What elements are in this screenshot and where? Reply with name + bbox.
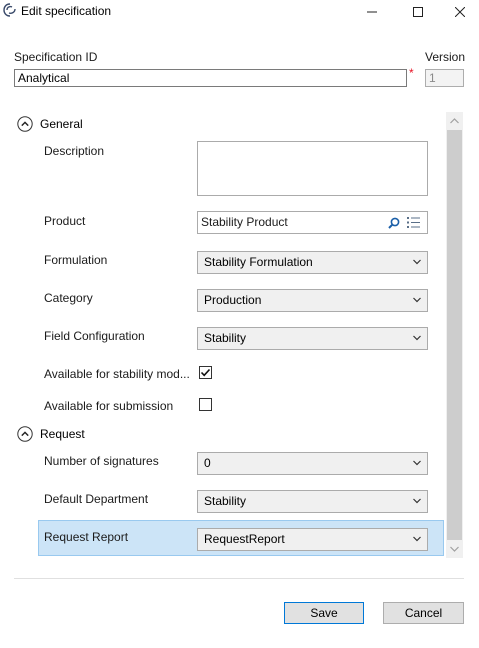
window-title: Edit specification bbox=[21, 4, 112, 18]
product-lookup[interactable]: Stability Product bbox=[197, 211, 428, 234]
stability-mode-label: Available for stability mod... bbox=[44, 367, 190, 381]
field-config-select[interactable]: Stability bbox=[197, 327, 428, 350]
report-label: Request Report bbox=[44, 530, 129, 544]
chevron-down-icon bbox=[413, 297, 421, 303]
required-marker: * bbox=[409, 66, 414, 80]
collapse-request-icon[interactable] bbox=[17, 426, 33, 442]
chevron-down-icon bbox=[413, 335, 421, 341]
product-label: Product bbox=[44, 214, 86, 228]
spec-id-input[interactable]: Analytical bbox=[14, 69, 407, 87]
signatures-select[interactable]: 0 bbox=[197, 452, 428, 475]
maximize-button[interactable] bbox=[395, 0, 441, 24]
formulation-select[interactable]: Stability Formulation bbox=[197, 251, 428, 274]
save-button[interactable]: Save bbox=[284, 602, 364, 624]
category-value: Production bbox=[204, 293, 262, 307]
minimize-button[interactable] bbox=[349, 0, 395, 24]
chevron-down-icon bbox=[450, 546, 459, 552]
signatures-value: 0 bbox=[204, 456, 211, 470]
chevron-up-icon bbox=[450, 117, 459, 123]
department-value: Stability bbox=[204, 494, 247, 508]
description-label: Description bbox=[44, 144, 105, 158]
field-config-label: Field Configuration bbox=[44, 329, 145, 343]
close-icon bbox=[455, 7, 465, 17]
search-icon[interactable] bbox=[388, 217, 400, 229]
list-icon[interactable] bbox=[407, 216, 421, 229]
scroll-up-button[interactable] bbox=[446, 112, 463, 129]
field-config-value: Stability bbox=[204, 331, 247, 345]
footer-divider bbox=[14, 578, 464, 579]
description-textarea[interactable] bbox=[197, 141, 428, 196]
title-bar: Edit specification bbox=[0, 0, 479, 24]
chevron-down-icon bbox=[413, 460, 421, 466]
category-label: Category bbox=[44, 291, 93, 305]
cancel-button[interactable]: Cancel bbox=[383, 602, 464, 624]
scrollbar-thumb[interactable] bbox=[447, 130, 462, 540]
scroll-down-button[interactable] bbox=[446, 540, 463, 557]
close-button[interactable] bbox=[441, 0, 479, 24]
chevron-down-icon bbox=[413, 498, 421, 504]
minimize-icon bbox=[367, 11, 377, 13]
product-value: Stability Product bbox=[201, 215, 288, 229]
signatures-label: Number of signatures bbox=[44, 454, 159, 468]
section-request-title: Request bbox=[40, 427, 85, 441]
category-select[interactable]: Production bbox=[197, 289, 428, 312]
department-select[interactable]: Stability bbox=[197, 490, 428, 513]
report-select[interactable]: RequestReport bbox=[197, 528, 428, 551]
stability-mode-checkbox[interactable] bbox=[199, 366, 212, 379]
spec-id-label: Specification ID bbox=[14, 50, 98, 64]
report-value: RequestReport bbox=[204, 532, 285, 546]
formulation-label: Formulation bbox=[44, 253, 108, 267]
formulation-value: Stability Formulation bbox=[204, 255, 313, 269]
app-logo-icon bbox=[3, 3, 16, 17]
version-label: Version bbox=[425, 50, 466, 64]
maximize-icon bbox=[413, 7, 423, 17]
department-label: Default Department bbox=[44, 492, 149, 506]
version-field: 1 bbox=[425, 69, 464, 87]
collapse-general-icon[interactable] bbox=[17, 116, 33, 132]
section-general-title: General bbox=[40, 117, 83, 131]
checkmark-icon bbox=[200, 368, 211, 377]
submission-label: Available for submission bbox=[44, 399, 174, 413]
submission-checkbox[interactable] bbox=[199, 398, 212, 411]
chevron-down-icon bbox=[413, 536, 421, 542]
chevron-down-icon bbox=[413, 259, 421, 265]
